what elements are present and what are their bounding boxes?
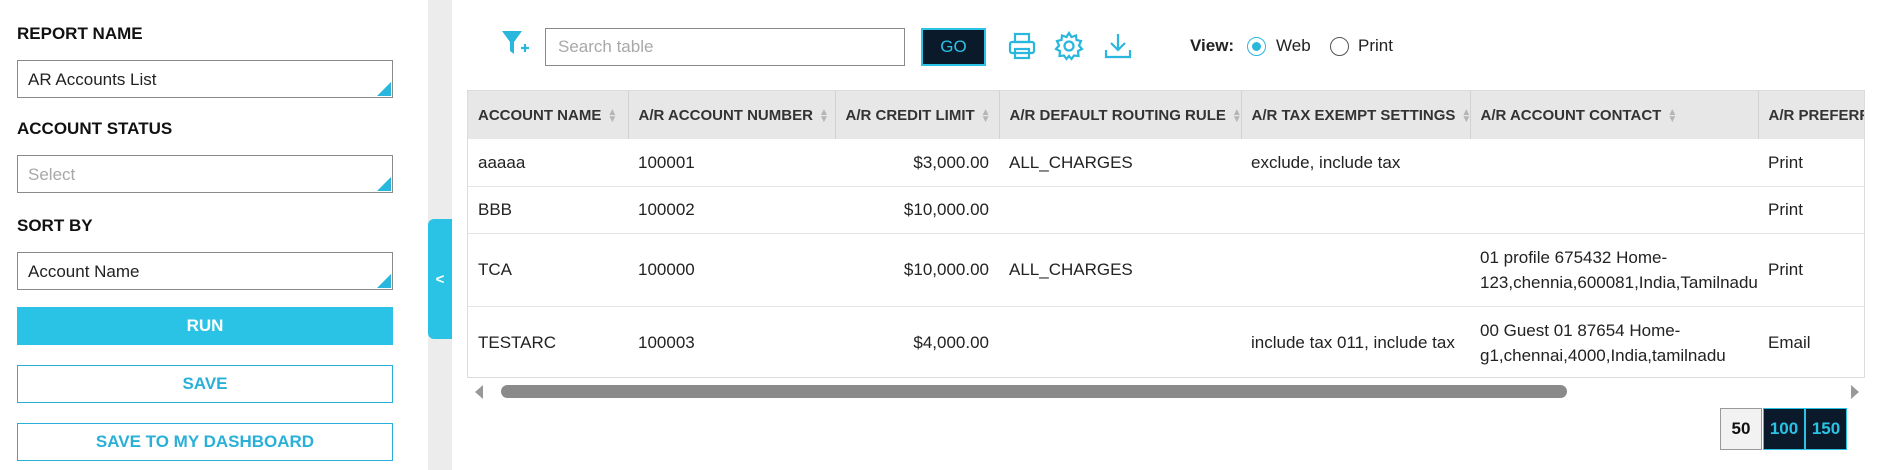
column-header[interactable]: A/R TAX EXEMPT SETTINGS ▲ ▼ xyxy=(1241,91,1472,139)
search-input[interactable] xyxy=(545,28,905,66)
credit-limit-cell: $4,000.00 xyxy=(835,306,999,377)
printer-icon[interactable] xyxy=(1006,30,1038,62)
routing-rule-cell: ALL_CHARGES xyxy=(999,139,1241,187)
page-size-50-button[interactable]: 50 xyxy=(1720,408,1762,450)
account-contact-cell xyxy=(1470,139,1758,187)
view-label: View: xyxy=(1190,36,1235,55)
preferred-cell: Print xyxy=(1758,139,1864,187)
column-header[interactable]: ACCOUNT NAME ▲ ▼ xyxy=(468,91,629,139)
save-button[interactable]: SAVE xyxy=(17,365,393,403)
sort-by-value: Account Name xyxy=(28,262,140,281)
filter-add-icon[interactable] xyxy=(500,28,530,60)
routing-rule-cell xyxy=(999,306,1241,377)
report-settings-panel: REPORT NAME AR Accounts List ACCOUNT STA… xyxy=(0,0,428,470)
sort-icon: ▲ ▼ xyxy=(1461,106,1472,125)
resize-corner-icon xyxy=(377,177,391,191)
gear-icon[interactable] xyxy=(1053,30,1085,62)
sort-icon: ▲ ▼ xyxy=(1667,106,1678,125)
credit-limit-cell: $10,000.00 xyxy=(835,186,999,234)
account-name-cell: aaaaa xyxy=(468,139,628,187)
chevron-left-icon: < xyxy=(435,270,445,288)
column-header[interactable]: A/R DEFAULT ROUTING RULE ▲ ▼ xyxy=(999,91,1242,139)
credit-limit-cell: $3,000.00 xyxy=(835,139,999,187)
scroll-right-icon[interactable] xyxy=(1851,385,1859,399)
routing-rule-cell xyxy=(999,186,1241,234)
table-header-row: ACCOUNT NAME ▲ ▼ A/R ACCOUNT NUMBER ▲ ▼ A/R … xyxy=(468,91,1864,139)
table-row[interactable]: aaaaa 100001 $3,000.00 ALL_CHARGES exclu… xyxy=(468,139,1864,187)
tax-exempt-cell xyxy=(1241,186,1470,234)
account-number-cell: 100003 xyxy=(628,306,835,377)
account-status-placeholder: Select xyxy=(28,165,76,184)
routing-rule-cell: ALL_CHARGES xyxy=(999,233,1241,307)
report-name-label: REPORT NAME xyxy=(17,24,143,43)
collapse-panel-button[interactable]: < xyxy=(428,219,452,339)
account-number-cell: 100002 xyxy=(628,186,835,234)
account-status-select[interactable]: Select xyxy=(17,155,393,193)
table-row[interactable]: TESTARC 100003 $4,000.00 include tax 011… xyxy=(468,306,1864,377)
sort-icon: ▲ ▼ xyxy=(818,106,829,125)
tax-exempt-cell: include tax 011, include tax xyxy=(1241,306,1470,377)
view-print-label[interactable]: Print xyxy=(1358,36,1393,56)
account-number-cell: 100000 xyxy=(628,233,835,307)
scrollbar-thumb[interactable] xyxy=(501,385,1567,398)
tax-exempt-cell: exclude, include tax xyxy=(1241,139,1470,187)
resize-corner-icon xyxy=(377,82,391,96)
go-button[interactable]: GO xyxy=(921,28,986,66)
account-status-label: ACCOUNT STATUS xyxy=(17,119,173,138)
run-button[interactable]: RUN xyxy=(17,307,393,345)
view-web-radio[interactable] xyxy=(1247,37,1266,56)
account-number-cell: 100001 xyxy=(628,139,835,187)
preferred-cell: Print xyxy=(1758,186,1864,234)
preferred-cell: Email xyxy=(1758,306,1864,377)
report-name-value: AR Accounts List xyxy=(28,70,157,89)
preferred-cell: Print xyxy=(1758,233,1864,307)
account-contact-cell xyxy=(1470,186,1758,234)
page-size-100-button[interactable]: 100 xyxy=(1763,408,1805,450)
table-row[interactable]: TCA 100000 $10,000.00 ALL_CHARGES 01 pro… xyxy=(468,233,1864,307)
table-row[interactable]: BBB 100002 $10,000.00 Print xyxy=(468,186,1864,234)
sort-icon: ▲ ▼ xyxy=(980,106,991,125)
sort-icon: ▲ ▼ xyxy=(607,106,618,125)
sort-by-select[interactable]: Account Name xyxy=(17,252,393,290)
column-header[interactable]: A/R PREFERRE xyxy=(1758,91,1864,139)
column-header[interactable]: A/R ACCOUNT NUMBER ▲ ▼ xyxy=(628,91,836,139)
account-contact-cell: 00 Guest 01 87654 Home-g1,chennai,4000,I… xyxy=(1470,306,1758,377)
sort-icon: ▲ ▼ xyxy=(1231,106,1242,125)
accounts-table: ACCOUNT NAME ▲ ▼ A/R ACCOUNT NUMBER ▲ ▼ A/R … xyxy=(467,90,1865,378)
credit-limit-cell: $10,000.00 xyxy=(835,233,999,307)
account-name-cell: BBB xyxy=(468,186,628,234)
view-print-radio[interactable] xyxy=(1330,37,1349,56)
resize-corner-icon xyxy=(377,274,391,288)
view-web-label[interactable]: Web xyxy=(1276,36,1311,56)
account-contact-cell: 01 profile 675432 Home-123,chennia,60008… xyxy=(1470,233,1758,307)
account-name-cell: TESTARC xyxy=(468,306,628,377)
column-header[interactable]: A/R CREDIT LIMIT ▲ ▼ xyxy=(835,91,1000,139)
save-to-dashboard-button[interactable]: SAVE TO MY DASHBOARD xyxy=(17,423,393,461)
sort-by-label: SORT BY xyxy=(17,216,93,235)
account-name-cell: TCA xyxy=(468,233,628,307)
horizontal-scrollbar[interactable] xyxy=(467,380,1865,402)
download-icon[interactable] xyxy=(1102,30,1134,62)
column-header[interactable]: A/R ACCOUNT CONTACT ▲ ▼ xyxy=(1470,91,1759,139)
page-size-150-button[interactable]: 150 xyxy=(1805,408,1847,450)
tax-exempt-cell xyxy=(1241,233,1470,307)
scroll-left-icon[interactable] xyxy=(475,385,483,399)
report-name-field[interactable]: AR Accounts List xyxy=(17,60,393,98)
